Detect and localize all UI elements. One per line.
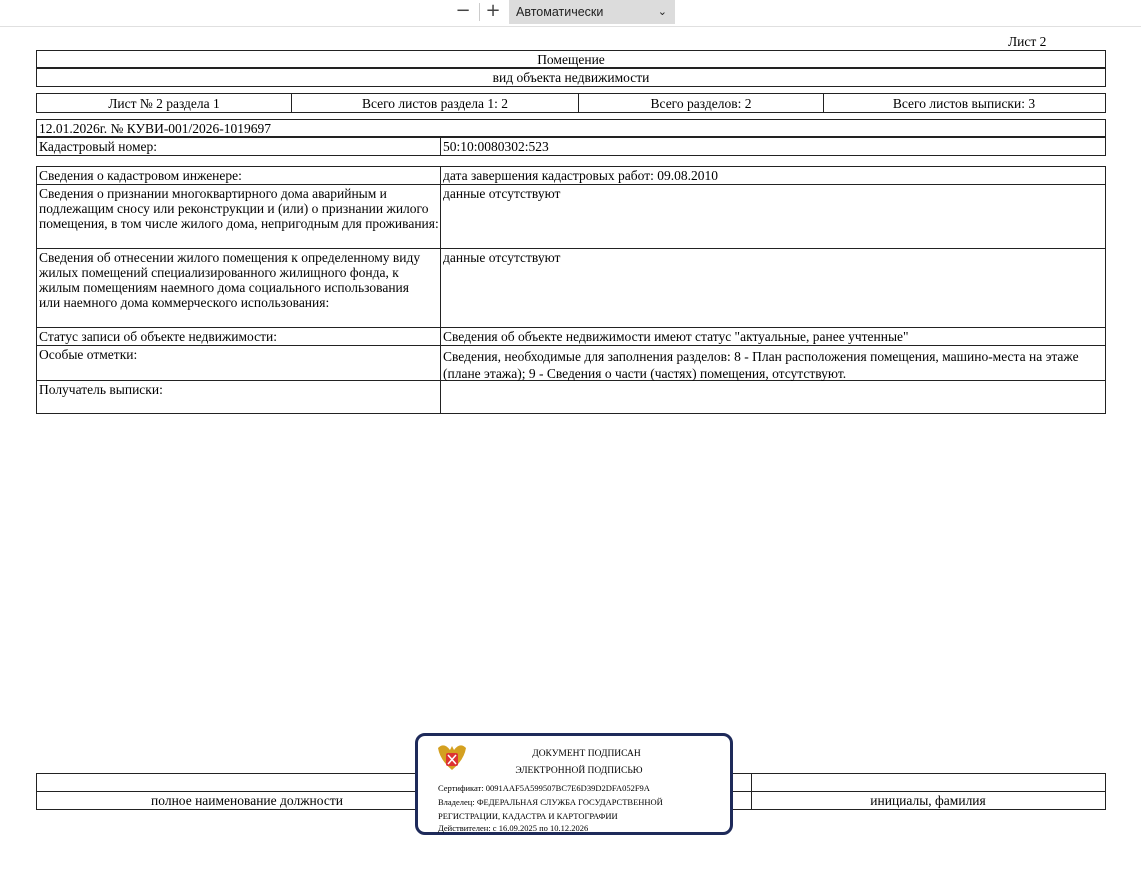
zoom-value: Автоматически: [516, 5, 604, 19]
row-value: Сведения, необходимые для заполнения раз…: [443, 349, 1079, 381]
row-value: данные отсутствуют: [443, 186, 561, 201]
table-row: Сведения об отнесении жилого помещения к…: [37, 249, 1105, 328]
name-caption: инициалы, фамилия: [870, 793, 986, 808]
row-label: Статус записи об объекте недвижимости:: [39, 329, 278, 344]
row-value: данные отсутствуют: [443, 250, 561, 265]
electronic-signature-stamp: ДОКУМЕНТ ПОДПИСАН ЭЛЕКТРОННОЙ ПОДПИСЬЮ С…: [415, 733, 733, 835]
sections-total: Всего разделов: 2: [650, 96, 752, 111]
info-table: Сведения о кадастровом инженере: дата за…: [36, 166, 1106, 414]
object-type-caption: вид объекта недвижимости: [492, 70, 650, 85]
row-label: Сведения о кадастровом инженере:: [39, 168, 242, 183]
cadastral-number: 50:10:0080302:523: [443, 139, 549, 154]
table-row: Статус записи об объекте недвижимости: С…: [37, 328, 1105, 346]
chevron-down-icon: ⌄: [657, 6, 667, 18]
row-label: Сведения о признании многоквартирного до…: [39, 186, 439, 231]
sheet-number: Лист № 2 раздела 1: [108, 96, 220, 111]
row-label: Особые отметки:: [39, 347, 138, 362]
table-row: Особые отметки: Сведения, необходимые дл…: [37, 346, 1105, 381]
table-row: Получатель выписки:: [37, 381, 1105, 413]
section-sheets-total: Всего листов раздела 1: 2: [361, 96, 509, 111]
table-row: Сведения о кадастровом инженере: дата за…: [37, 167, 1105, 185]
row-label: Сведения об отнесении жилого помещения к…: [39, 250, 421, 310]
zoom-in-button[interactable]: +: [480, 1, 506, 23]
table-row: Сведения о признании многоквартирного до…: [37, 185, 1105, 249]
stamp-owner-2: РЕГИСТРАЦИИ, КАДАСТРА И КАРТОГРАФИИ: [438, 811, 618, 821]
zoom-select[interactable]: Автоматически ⌄: [509, 0, 675, 24]
stamp-certificate: Сертификат: 0091AAF5A599507BC7E6D39D2DFA…: [438, 783, 650, 793]
object-type: Помещение: [537, 52, 605, 67]
stamp-validity: Действителен: с 16.09.2025 по 10.12.2026: [438, 823, 589, 833]
sheet-label: Лист 2: [1008, 34, 1047, 49]
position-caption: полное наименование должности: [151, 793, 343, 808]
extract-sheets-total: Всего листов выписки: 3: [892, 96, 1036, 111]
viewer-toolbar: − + Автоматически ⌄: [0, 0, 1141, 27]
stamp-owner-1: Владелец: ФЕДЕРАЛЬНАЯ СЛУЖБА ГОСУДАРСТВЕ…: [438, 797, 663, 807]
zoom-out-button[interactable]: −: [450, 1, 476, 23]
row-value: дата завершения кадастровых работ: 09.08…: [443, 168, 719, 183]
stamp-title-2: ЭЛЕКТРОННОЙ ПОДПИСЬЮ: [515, 766, 643, 776]
stamp-title-1: ДОКУМЕНТ ПОДПИСАН: [532, 749, 641, 759]
row-value: Сведения об объекте недвижимости имеют с…: [443, 329, 909, 344]
document-reference: 12.01.2026г. № КУВИ-001/2026-1019697: [39, 121, 272, 136]
cadastral-label: Кадастровый номер:: [39, 139, 158, 154]
sheet-info-row: Лист № 2 раздела 1 Всего листов раздела …: [36, 93, 1106, 113]
row-label: Получатель выписки:: [39, 382, 163, 397]
